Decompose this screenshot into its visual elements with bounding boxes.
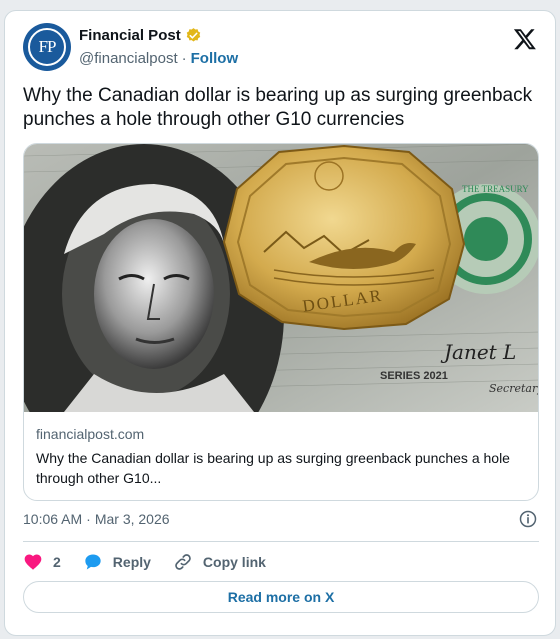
link-domain[interactable]: financialpost.com: [36, 426, 528, 442]
bill-secretary-text: Secretary: [489, 382, 539, 395]
author-handle[interactable]: @financialpost: [79, 50, 178, 67]
avatar-logo-text: FP: [28, 28, 66, 66]
follow-button[interactable]: Follow: [191, 50, 239, 67]
timestamp-separator: ·: [86, 511, 91, 527]
tweet-time[interactable]: 10:06 AM: [23, 511, 82, 527]
like-count: 2: [53, 554, 61, 570]
divider: [23, 541, 539, 542]
verified-badge-icon: [186, 28, 200, 42]
tweet-text: Why the Canadian dollar is bearing up as…: [23, 85, 533, 130]
bill-signature-text: Janet L: [440, 340, 516, 364]
author-handle-row: @financialpost · Follow: [79, 50, 238, 67]
tweet-date[interactable]: Mar 3, 2026: [95, 511, 170, 527]
tweet-card: FP Financial Post @financialpost · Follo…: [4, 10, 556, 636]
reply-button[interactable]: Reply: [83, 552, 151, 572]
author-avatar[interactable]: FP: [23, 23, 71, 71]
copy-link-label: Copy link: [202, 554, 266, 570]
reply-label: Reply: [112, 554, 151, 570]
article-image[interactable]: THE TREASURY SERIES 2021 Janet L Secreta…: [24, 144, 539, 412]
like-button[interactable]: 2: [23, 552, 61, 572]
copy-link-button[interactable]: Copy link: [173, 552, 266, 572]
author-name-row: Financial Post: [79, 27, 202, 44]
reply-bubble-icon: [85, 554, 101, 570]
x-logo-icon[interactable]: [513, 27, 537, 51]
author-name[interactable]: Financial Post: [79, 27, 181, 44]
info-icon[interactable]: [519, 510, 537, 528]
bill-series-text: SERIES 2021: [380, 370, 448, 382]
link-preview-card[interactable]: THE TREASURY SERIES 2021 Janet L Secreta…: [23, 143, 539, 501]
handle-separator: ·: [181, 50, 187, 67]
action-bar: 2 Reply Copy link: [23, 551, 288, 573]
heart-icon: [24, 554, 42, 570]
link-icon: [175, 554, 191, 570]
link-preview-meta[interactable]: financialpost.com Why the Canadian dolla…: [24, 412, 538, 500]
tweet-timestamp[interactable]: 10:06 AM · Mar 3, 2026: [23, 511, 170, 527]
read-more-button[interactable]: Read more on X: [23, 581, 539, 613]
link-title[interactable]: Why the Canadian dollar is bearing up as…: [36, 448, 528, 488]
bill-seal-text: THE TREASURY: [462, 184, 529, 194]
